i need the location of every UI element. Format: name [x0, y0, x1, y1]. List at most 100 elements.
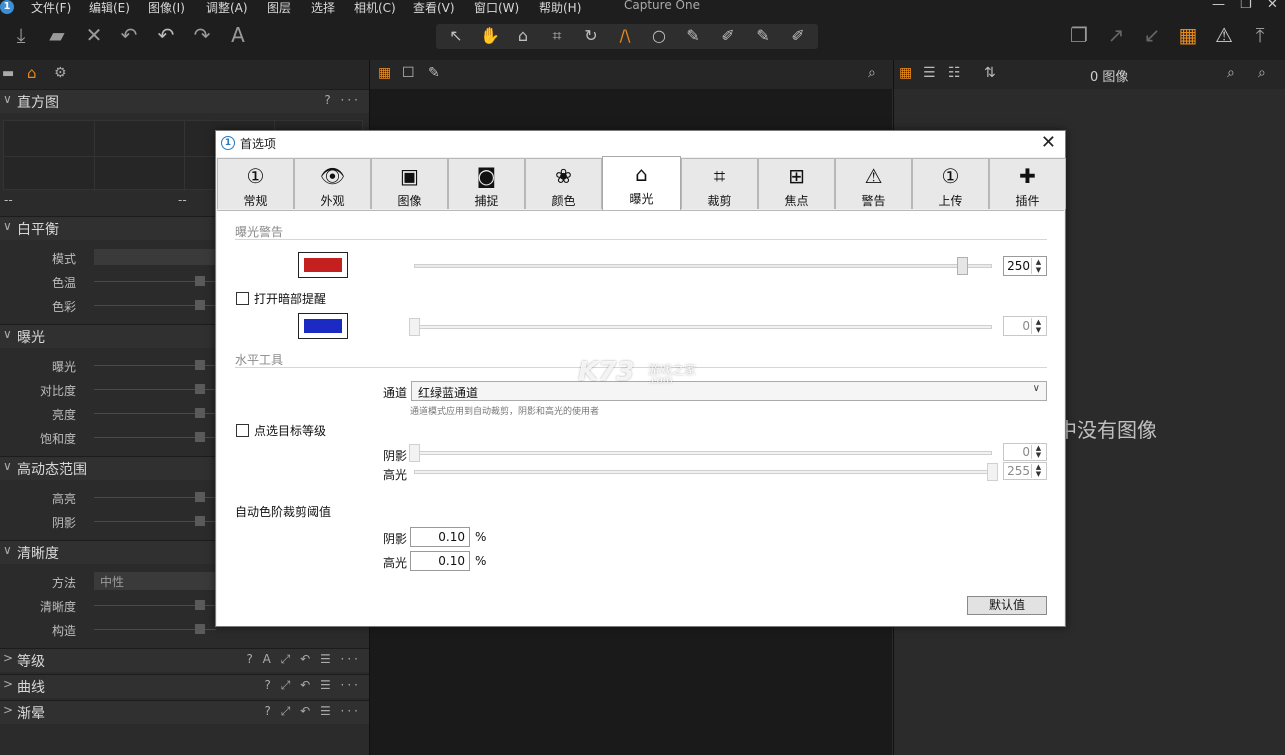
export-icon[interactable]: ▰	[45, 23, 69, 47]
curve-header[interactable]: > 曲线 ? ⤢ ↶ ☰ ···	[0, 674, 369, 698]
auto-highlight-input[interactable]: 0.10	[410, 551, 470, 571]
wb-tint-knob[interactable]	[195, 300, 205, 310]
menu-layers[interactable]: 图层	[267, 0, 291, 16]
levels-tools[interactable]: ? A ⤢ ↶ ☰ ···	[246, 652, 361, 667]
curve-tools[interactable]: ? ⤢ ↶ ☰ ···	[265, 678, 362, 693]
maximize-button[interactable]: ❐	[1240, 0, 1252, 12]
pick-target-level-checkbox[interactable]	[236, 424, 249, 437]
hdr-shadow-knob[interactable]	[195, 516, 205, 526]
loupe-icon[interactable]: ⌂	[511, 25, 535, 47]
menu-camera[interactable]: 相机(C)	[354, 0, 396, 16]
spot-removal-icon[interactable]: ○	[647, 25, 671, 47]
highlight-warning-stepper[interactable]: 250 ▲ ▼	[1003, 256, 1047, 276]
menu-window[interactable]: 窗口(W)	[474, 0, 519, 16]
tab-focus[interactable]: ⊞ 焦点	[758, 158, 835, 209]
single-view-icon[interactable]: ☐	[402, 65, 415, 81]
histogram-tools[interactable]: ? ···	[324, 93, 361, 107]
histogram-header[interactable]: ∨ 直方图 ? ···	[0, 89, 369, 113]
copy-adjustments-icon[interactable]: ↗	[1104, 23, 1128, 47]
multi-view-icon[interactable]: ▦	[378, 65, 391, 81]
menu-select[interactable]: 选择	[311, 0, 335, 16]
undo-history-icon[interactable]: ↶	[117, 23, 141, 47]
tab-capture[interactable]: ◙ 捕捉	[448, 158, 525, 209]
list-view-icon[interactable]: ☰	[923, 65, 936, 81]
brush-icon[interactable]: ✎	[681, 25, 705, 47]
channel-select[interactable]: 红绿蓝通道 ∨	[411, 381, 1047, 401]
undo-icon[interactable]: ↶	[154, 23, 178, 47]
highlight-warning-knob[interactable]	[957, 257, 968, 275]
levels-highlight-stepper[interactable]: 255 ▲ ▼	[1003, 462, 1047, 480]
crop-icon[interactable]: ⌗	[545, 25, 569, 47]
auto-adjust-icon[interactable]: A	[226, 23, 250, 47]
tab-plugins[interactable]: ✚ 插件	[989, 158, 1066, 209]
redo-icon[interactable]: ↷	[190, 23, 214, 47]
close-window-button[interactable]: ✕	[1267, 0, 1278, 12]
clarity-knob[interactable]	[195, 600, 205, 610]
import-icon[interactable]: ⤓	[9, 23, 33, 47]
auto-shadow-input[interactable]: 0.10	[410, 527, 470, 547]
shadow-warning-checkbox[interactable]	[236, 292, 249, 305]
menu-adjust[interactable]: 调整(A)	[206, 0, 248, 16]
pan-hand-icon[interactable]: ✋	[478, 25, 502, 47]
annotation-icon[interactable]: ✐	[786, 25, 810, 47]
shadow-warning-slider[interactable]	[414, 325, 992, 329]
levels-shadow-knob[interactable]	[409, 444, 420, 462]
upload-icon[interactable]: ⤒	[1248, 23, 1272, 47]
clarity-method-select[interactable]: 中性	[94, 572, 216, 590]
warning-icon[interactable]: ⚠	[1212, 23, 1236, 47]
browser-zoom-icon[interactable]: ⌕	[1227, 65, 1235, 81]
tab-upload[interactable]: ① 上传	[912, 158, 989, 209]
grid-view-icon[interactable]: ▦	[899, 65, 912, 81]
gradient-icon[interactable]: ✎	[751, 25, 775, 47]
highlight-warning-color[interactable]	[298, 252, 348, 278]
menu-view[interactable]: 查看(V)	[413, 0, 455, 16]
select-cursor-icon[interactable]: ↖	[444, 25, 468, 47]
default-values-button[interactable]: 默认值	[967, 596, 1047, 615]
tab-crop[interactable]: ⌗ 裁剪	[681, 158, 758, 209]
search-icon[interactable]: ⌕	[1258, 65, 1266, 81]
wb-mode-select[interactable]	[94, 249, 216, 265]
library-tab-icon[interactable]: ▬	[2, 66, 14, 81]
levels-shadow-stepper[interactable]: 0 ▲ ▼	[1003, 443, 1047, 461]
grid-overlay-icon[interactable]: ▦	[1176, 23, 1200, 47]
eraser-icon[interactable]: ✐	[716, 25, 740, 47]
levels-header[interactable]: > 等级 ? A ⤢ ↶ ☰ ···	[0, 648, 369, 672]
tab-appearance[interactable]: 👁 外观	[294, 158, 371, 209]
menu-edit[interactable]: 编辑(E)	[89, 0, 130, 16]
levels-highlight-slider[interactable]	[414, 470, 992, 474]
menu-file[interactable]: 文件(F)	[31, 0, 71, 16]
menu-help[interactable]: 帮助(H)	[539, 0, 581, 16]
shadow-warning-color[interactable]	[298, 313, 348, 339]
highlight-warning-slider[interactable]	[414, 264, 992, 268]
levels-highlight-knob[interactable]	[987, 463, 998, 481]
hdr-highlight-knob[interactable]	[195, 492, 205, 502]
menu-image[interactable]: 图像(I)	[148, 0, 185, 16]
wb-kelvin-knob[interactable]	[195, 276, 205, 286]
vignette-header[interactable]: > 渐晕 ? ⤢ ↶ ☰ ···	[0, 700, 369, 724]
contrast-knob[interactable]	[195, 384, 205, 394]
apply-adjustments-icon[interactable]: ↙	[1140, 23, 1164, 47]
levels-shadow-slider[interactable]	[414, 451, 992, 455]
vignette-tools[interactable]: ? ⤢ ↶ ☰ ···	[265, 704, 362, 719]
exposure-knob[interactable]	[195, 360, 205, 370]
tab-color[interactable]: ❀ 颜色	[525, 158, 602, 209]
tab-image[interactable]: ▣ 图像	[371, 158, 448, 209]
color-picker-icon[interactable]: ✎	[428, 65, 440, 81]
tab-warnings[interactable]: ⚠ 警告	[835, 158, 912, 209]
dialog-close-button[interactable]: ✕	[1041, 132, 1056, 153]
tab-general[interactable]: ① 常规	[217, 158, 294, 209]
filmstrip-view-icon[interactable]: ☷	[948, 65, 961, 81]
saturation-knob[interactable]	[195, 432, 205, 442]
zoom-icon[interactable]: ⌕	[868, 65, 876, 81]
tab-exposure[interactable]: ⌂ 曝光	[602, 156, 681, 210]
structure-knob[interactable]	[195, 624, 205, 634]
brightness-knob[interactable]	[195, 408, 205, 418]
sort-icon[interactable]: ⇅	[984, 65, 996, 81]
minimize-button[interactable]: —	[1212, 0, 1225, 12]
settings-tab-icon[interactable]: ⚙	[54, 65, 67, 81]
shadow-warning-stepper[interactable]: 0 ▲ ▼	[1003, 316, 1047, 336]
shadow-warning-knob[interactable]	[409, 318, 420, 336]
rotate-icon[interactable]: ↻	[579, 25, 603, 47]
adjust-tab-icon[interactable]: ⌂	[27, 64, 37, 82]
keystone-icon[interactable]: /\	[613, 25, 637, 47]
